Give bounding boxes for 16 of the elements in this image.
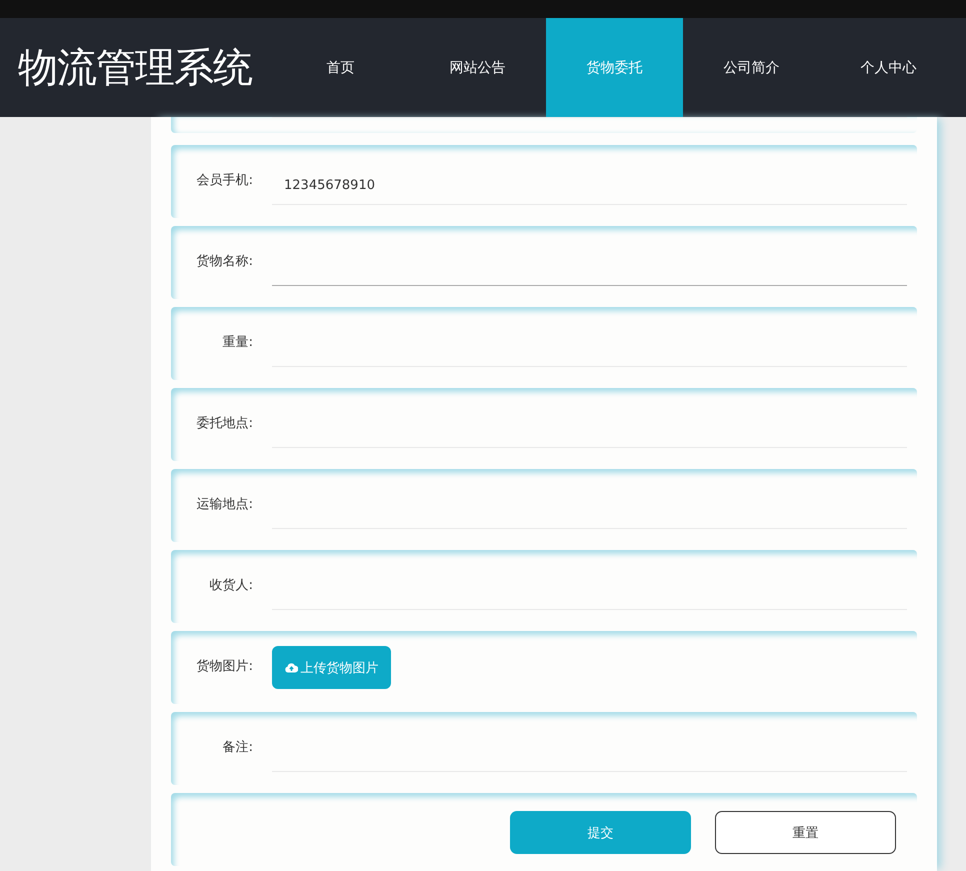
nav-tab[interactable]: 个人中心 (820, 18, 957, 117)
field-label: 运输地点: (196, 496, 253, 513)
site-title: 物流管理系统 (17, 44, 254, 93)
field-label: 收货人: (208, 577, 253, 594)
field-label: 货物图片: (196, 658, 253, 675)
cloud-upload-icon (284, 662, 298, 673)
field-label: 重量: (222, 334, 253, 351)
field-label: 货物名称: (196, 253, 253, 270)
nav-tab[interactable]: 首页 (272, 18, 409, 117)
field-label: 会员手机: (196, 172, 253, 189)
nav-tab[interactable]: 网站公告 (409, 18, 546, 117)
field-label: 备注: (222, 739, 253, 756)
nav-tab[interactable]: 公司简介 (683, 18, 820, 117)
field-label: 委托地点: (196, 415, 253, 432)
input-field[interactable]: 12345678910 (272, 166, 907, 205)
reset-button[interactable]: 重置 (715, 811, 896, 854)
